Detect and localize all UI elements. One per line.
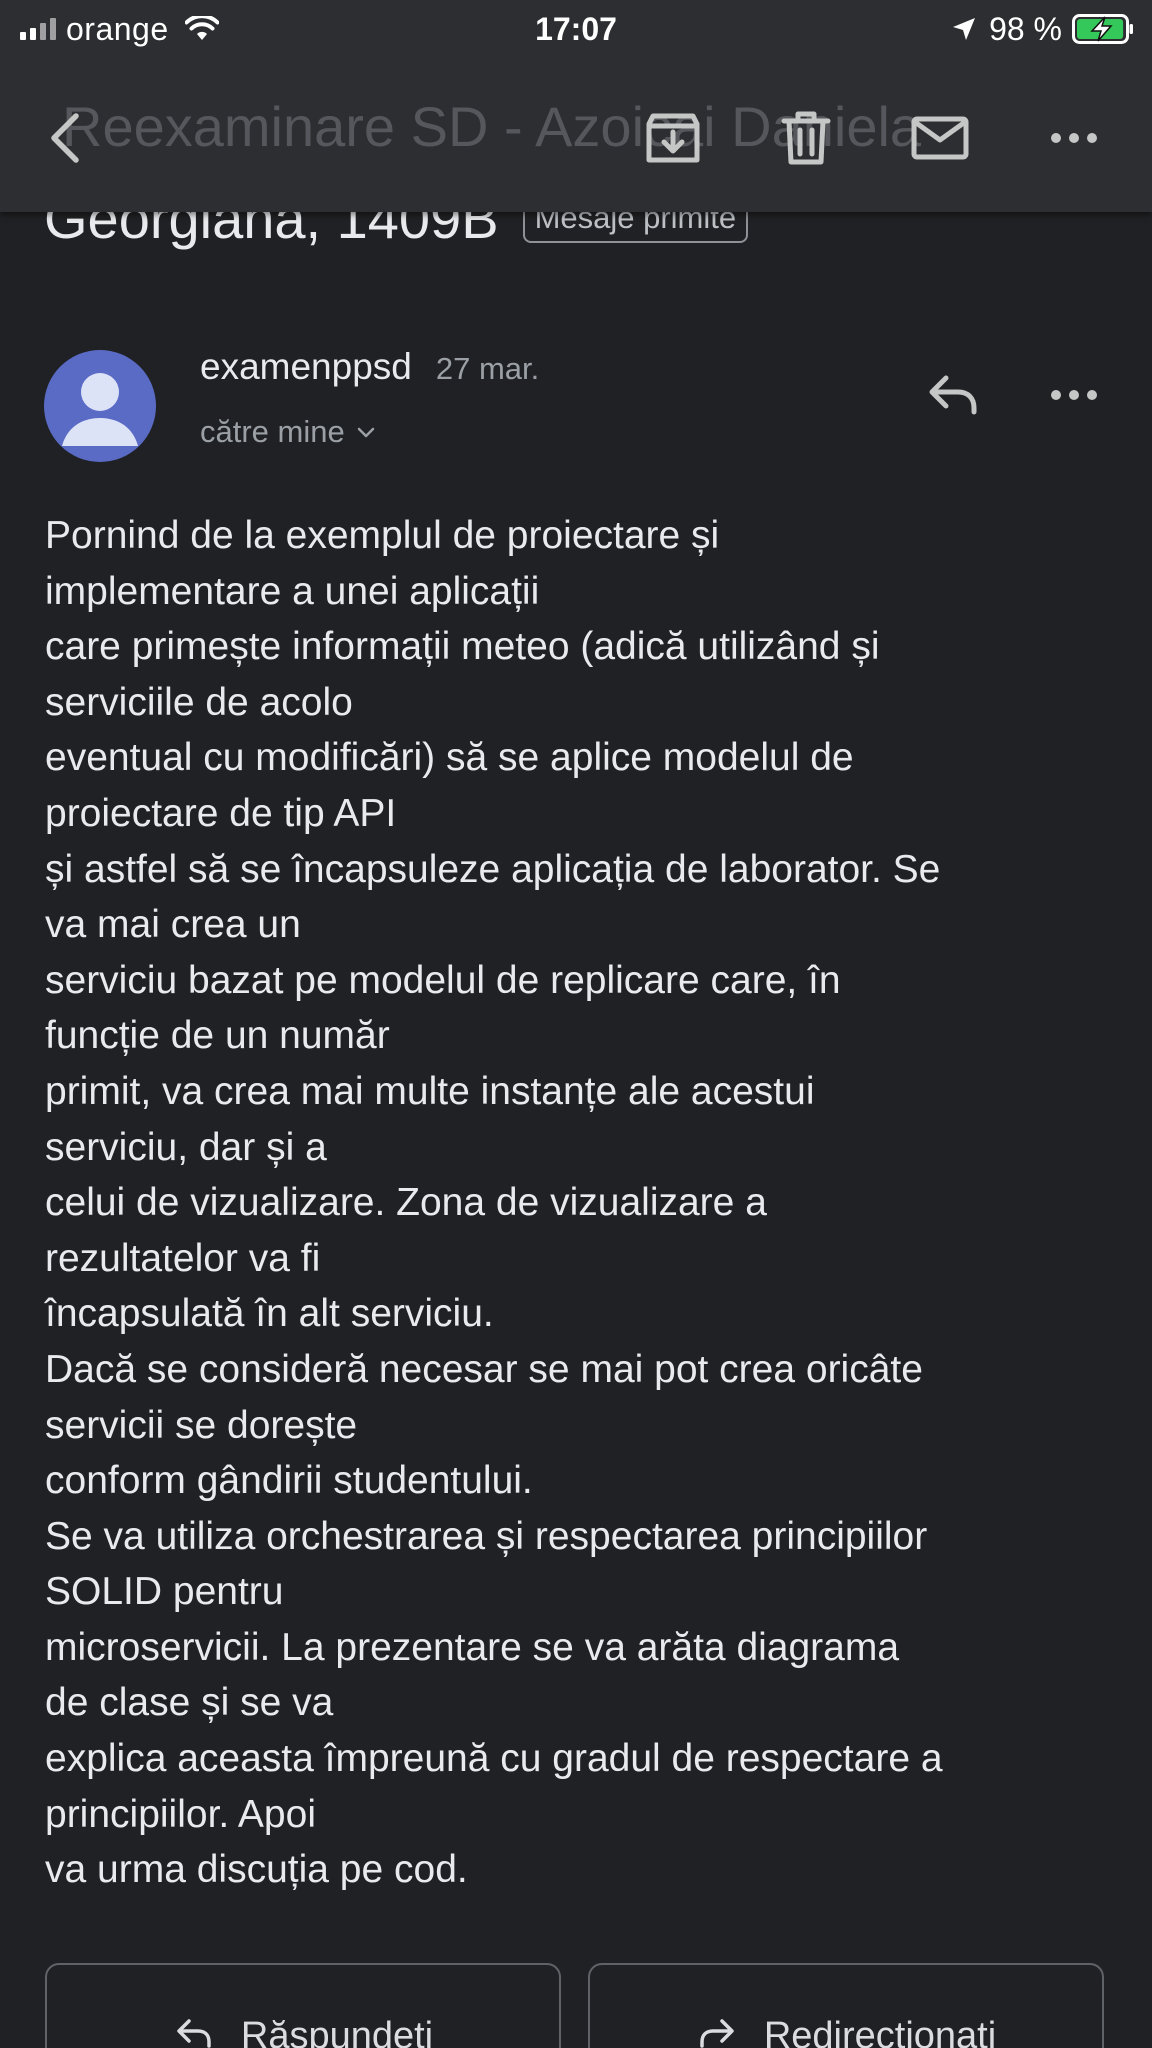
status-right: 98 %	[951, 8, 1134, 50]
body-line: Pornind de la exemplul de proiectare și	[45, 514, 720, 557]
mail-unread-icon	[911, 116, 969, 160]
body-line: serviciu, dar și a	[45, 1125, 327, 1169]
more-horizontal-icon	[1051, 133, 1097, 143]
body-line: SOLID pentru	[45, 1570, 284, 1614]
body-line: serviciile de acolo	[45, 680, 353, 724]
body-line: principiilor. Apoi	[45, 1792, 316, 1836]
body-line: primit, va crea mai multe instanțe ale a…	[45, 1069, 815, 1113]
chevron-down-icon	[357, 427, 374, 438]
delete-button[interactable]	[768, 100, 844, 176]
reply-button[interactable]: Răspundeți	[45, 1963, 561, 2048]
reply-button-label: Răspundeți	[240, 2015, 434, 2048]
body-line: serviciu bazat pe modelul de replicare c…	[45, 958, 841, 1002]
recipient-text: către mine	[200, 414, 345, 449]
reply-icon	[929, 375, 977, 415]
body-line: celui de vizualizare. Zona de vizualizar…	[45, 1181, 767, 1225]
mark-unread-button[interactable]	[902, 100, 978, 176]
status-bar: orange 17:07 98 %	[0, 0, 1152, 58]
forward-button-label: Redirecționați	[763, 2015, 997, 2048]
body-line: explica aceasta împreună cu gradul de re…	[45, 1737, 943, 1781]
battery-percent: 98 %	[989, 10, 1062, 47]
body-line: va urma discuția pe cod.	[45, 1848, 468, 1892]
forward-button[interactable]: Redirecționați	[588, 1963, 1104, 2048]
email-view: orange 17:07 98 % Reexaminare SD - Azoic…	[0, 0, 1152, 2048]
sender-name: examenppsd	[200, 346, 412, 387]
message-more-button[interactable]	[1036, 360, 1112, 430]
avatar[interactable]	[44, 350, 156, 462]
body-line: și astfel să se încapsuleze aplicația de…	[45, 847, 941, 891]
body-line: eventual cu modificări) să se aplice mod…	[45, 736, 854, 780]
more-horizontal-icon	[1051, 390, 1097, 400]
body-line: implementare a unei aplicații	[45, 569, 540, 613]
body-line: funcție de un număr	[45, 1014, 390, 1058]
toolbar-more-button[interactable]	[1036, 100, 1112, 176]
message-body: Pornind de la exemplul de proiectare și i…	[45, 508, 1125, 1898]
person-icon	[62, 373, 138, 446]
archive-button[interactable]	[635, 100, 711, 176]
location-arrow-icon	[953, 18, 976, 40]
body-line: Dacă se consideră necesar se mai pot cre…	[45, 1347, 923, 1391]
message-date: 27 mar.	[435, 351, 540, 386]
body-line: care primește informații meteo (adică ut…	[45, 625, 880, 669]
body-line: proiectare de tip API	[45, 791, 397, 835]
forward-icon	[700, 2019, 734, 2048]
body-line: încapsulată în alt serviciu.	[45, 1292, 494, 1336]
reply-icon	[177, 2019, 211, 2048]
body-line: va mai crea un	[45, 903, 301, 947]
body-line: Se va utiliza orchestrarea și respectare…	[45, 1514, 928, 1558]
archive-icon	[646, 113, 700, 163]
body-line: servicii se dorește	[45, 1403, 358, 1447]
sender-row: examenppsd 27 mar.	[200, 346, 539, 388]
message-header: examenppsd 27 mar. către mine	[0, 340, 1152, 480]
back-button[interactable]	[30, 100, 106, 176]
trash-icon	[781, 111, 831, 165]
body-line: conform gândirii studentului.	[45, 1459, 533, 1503]
body-line: de clase și se va	[45, 1681, 334, 1725]
body-line: rezultatelor va fi	[45, 1236, 321, 1280]
body-line: microservicii. La prezentare se va arăta…	[45, 1625, 900, 1669]
reply-icon-button[interactable]	[918, 360, 988, 430]
battery-charging-icon	[1072, 14, 1133, 44]
back-arrow-icon	[51, 113, 79, 163]
recipient-toggle[interactable]: către mine	[200, 414, 377, 450]
